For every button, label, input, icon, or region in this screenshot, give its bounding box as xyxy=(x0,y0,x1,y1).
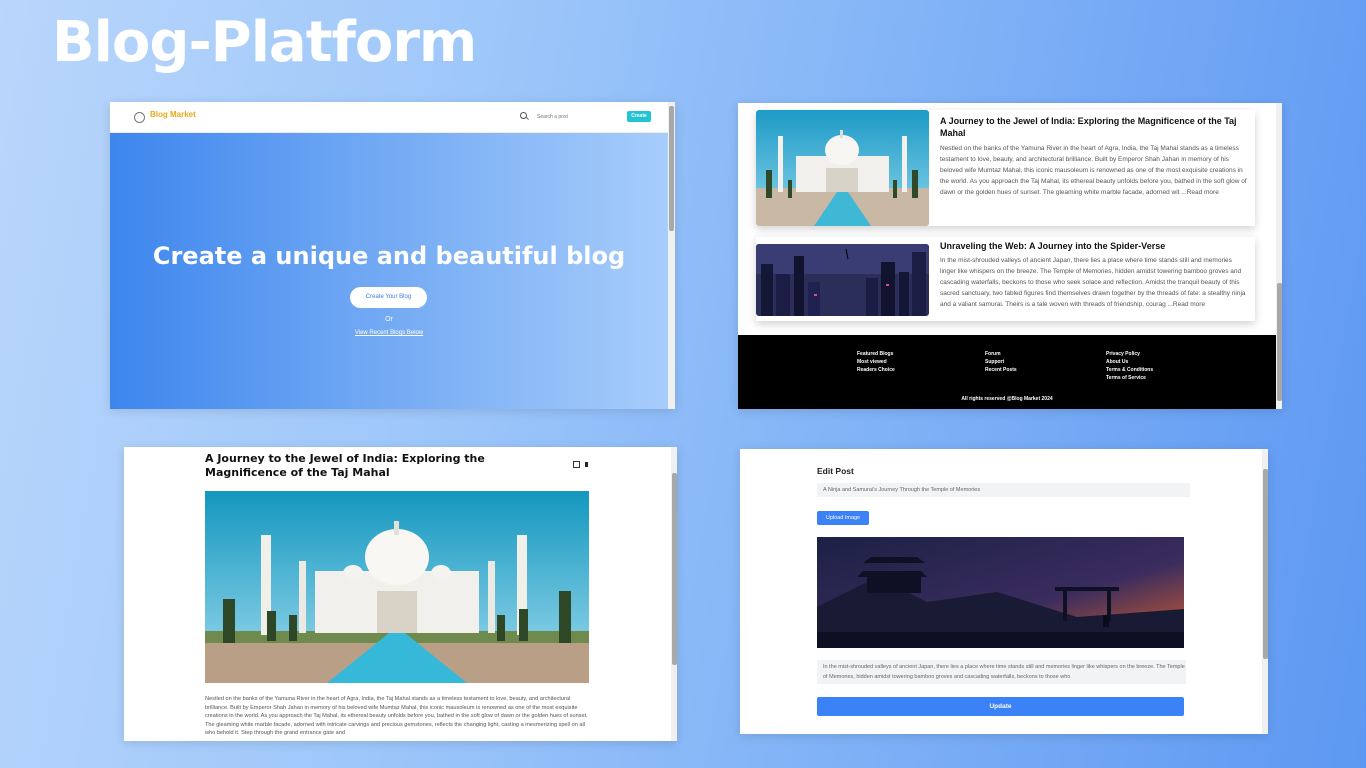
footer-link[interactable]: Forum xyxy=(985,350,1017,358)
navbar: Blog Market Create xyxy=(110,102,668,133)
post-title[interactable]: Unraveling the Web: A Journey into the S… xyxy=(940,240,1245,252)
footer-link[interactable]: Terms & Conditions xyxy=(1106,366,1153,374)
scrollbar[interactable] xyxy=(1276,103,1282,409)
logo-icon xyxy=(134,112,145,123)
footer-link[interactable]: Support xyxy=(985,358,1017,366)
footer: Featured Blogs Most viewed Readers Choic… xyxy=(738,335,1276,409)
scrollbar[interactable] xyxy=(671,447,677,741)
scrollbar[interactable] xyxy=(668,102,675,409)
home-screenshot: Blog Market Create Create a unique and b… xyxy=(110,102,675,409)
footer-link[interactable]: Readers Choice xyxy=(857,366,895,374)
post-excerpt: In the mist-shrouded valleys of ancient … xyxy=(940,257,1246,308)
blog-list-screenshot: A Journey to the Jewel of India: Explori… xyxy=(738,103,1282,409)
footer-link[interactable]: Most viewed xyxy=(857,358,895,366)
view-recent-blogs-link[interactable]: View Recent Blogs Below xyxy=(110,330,668,336)
blog-card[interactable]: A Journey to the Jewel of India: Explori… xyxy=(756,110,1255,226)
upload-image-button[interactable]: Upload Image xyxy=(817,511,869,525)
temple-image xyxy=(817,537,1184,648)
footer-link[interactable]: Recent Posts xyxy=(985,366,1017,374)
edit-post-heading: Edit Post xyxy=(817,466,854,476)
search-icon[interactable] xyxy=(520,112,527,119)
footer-link[interactable]: Privacy Policy xyxy=(1106,350,1153,358)
taj-mahal-image xyxy=(205,491,589,683)
footer-column-1: Featured Blogs Most viewed Readers Choic… xyxy=(857,350,895,374)
taj-mahal-thumbnail[interactable] xyxy=(756,110,929,226)
post-body: Nestled on the banks of the Yamuna River… xyxy=(205,696,588,736)
edit-post-screenshot: Edit Post Upload Image In the mist-shrou… xyxy=(740,449,1268,734)
footer-link[interactable]: Terms of Service xyxy=(1106,374,1153,382)
footer-link[interactable]: About Us xyxy=(1106,358,1153,366)
post-title: A Journey to the Jewel of India: Explori… xyxy=(205,452,485,479)
hero-title: Create a unique and beautiful blog xyxy=(152,242,626,270)
search-input[interactable] xyxy=(534,111,626,122)
post-detail-screenshot: A Journey to the Jewel of India: Explori… xyxy=(124,447,677,741)
post-title[interactable]: A Journey to the Jewel of India: Explori… xyxy=(940,115,1245,139)
copyright-text: All rights reserved @Blog Market 2024 xyxy=(961,396,1053,402)
create-your-blog-button[interactable]: Create Your Blog xyxy=(350,287,427,308)
update-button[interactable]: Update xyxy=(817,697,1184,716)
scrollbar[interactable] xyxy=(1262,449,1268,734)
spider-verse-thumbnail[interactable] xyxy=(756,244,929,316)
create-button[interactable]: Create xyxy=(627,111,651,122)
footer-link[interactable]: Featured Blogs xyxy=(857,350,895,358)
trash-icon[interactable] xyxy=(585,462,588,467)
title-input[interactable] xyxy=(817,483,1190,497)
footer-column-3: Privacy Policy About Us Terms & Conditio… xyxy=(1106,350,1153,382)
or-text: Or xyxy=(385,316,393,323)
footer-column-2: Forum Support Recent Posts xyxy=(985,350,1017,374)
post-excerpt: Nestled on the banks of the Yamuna River… xyxy=(940,145,1247,196)
hero-section: Create a unique and beautiful blog Creat… xyxy=(110,133,668,409)
edit-icon[interactable] xyxy=(573,461,580,468)
slide-title: Blog-Platform xyxy=(52,10,477,75)
blog-card[interactable]: Unraveling the Web: A Journey into the S… xyxy=(756,237,1255,321)
content-textarea[interactable]: In the mist-shrouded valleys of ancient … xyxy=(817,660,1186,684)
brand-name[interactable]: Blog Market xyxy=(150,110,196,119)
